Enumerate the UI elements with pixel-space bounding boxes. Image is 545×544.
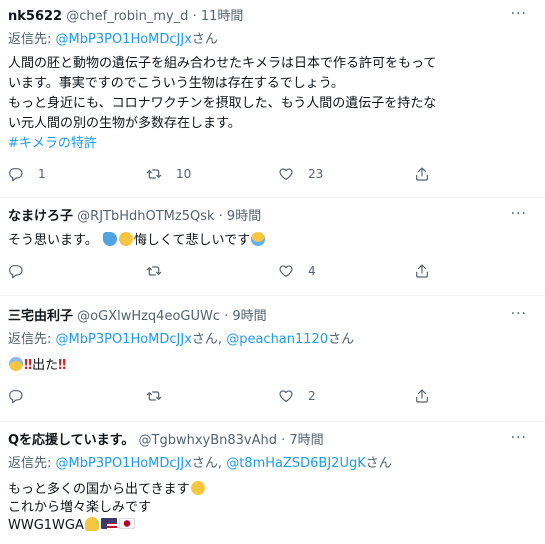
reply-icon xyxy=(8,263,24,279)
retweet-button[interactable] xyxy=(146,263,176,279)
sweat-droplets-emoji xyxy=(102,232,117,246)
tweet-text: 出た xyxy=(32,358,59,373)
tweet-text-line: います。事実ですのでこういう生物は存在するでしょう。 xyxy=(8,76,344,91)
like-count: 2 xyxy=(308,389,316,403)
screaming-face-emoji xyxy=(9,357,23,371)
us-flag-emoji xyxy=(100,518,117,529)
like-icon xyxy=(278,388,294,404)
tweet[interactable]: 三宅由利子 @oGXlwHzq4eoGUWc · 9時間 ··· 返信先: @M… xyxy=(0,296,545,422)
tweet-text-line: もっと多くの国から出てきます xyxy=(8,482,190,497)
like-count: 4 xyxy=(308,264,316,278)
retweet-button[interactable]: 10 xyxy=(146,166,191,182)
more-icon[interactable]: ··· xyxy=(511,6,527,22)
tweet-text-line: い元人間の別の生物が多数存在します。 xyxy=(8,116,241,131)
tweet-text: 悔しくて悲しいです xyxy=(133,233,251,248)
reply-label: 返信先: xyxy=(8,32,52,47)
more-icon[interactable]: ··· xyxy=(511,306,527,322)
retweet-icon xyxy=(146,388,162,404)
user-handle[interactable]: @TgbwhxyBn83vAhd xyxy=(139,433,277,448)
reply-icon xyxy=(8,388,24,404)
share-button[interactable] xyxy=(414,166,444,182)
reply-mention[interactable]: @t8mHaZSD6BJ2UgK xyxy=(226,456,366,471)
share-button[interactable] xyxy=(414,388,444,404)
sad-face-emoji xyxy=(118,232,133,246)
crying-face-emoji xyxy=(251,232,266,246)
timestamp[interactable]: · 11時間 xyxy=(193,9,244,24)
reply-label: 返信先: xyxy=(8,332,52,347)
tweet-text-line: 人間の胚と動物の遺伝子を組み合わせたキメラは日本で作る許可をもって xyxy=(8,56,437,71)
grinning-face-emoji xyxy=(190,481,205,495)
like-icon xyxy=(278,166,294,182)
tweet-text-line: これから増々楽しみです xyxy=(8,500,152,515)
reply-mention[interactable]: @MbP3PO1HoMDcJJx xyxy=(56,332,192,347)
reply-suffix: さん xyxy=(365,456,392,471)
retweet-count: 10 xyxy=(176,167,192,181)
share-icon xyxy=(414,388,430,404)
display-name[interactable]: なまけろ子 xyxy=(8,209,73,224)
tweet-text-line: もっと身近にも、コロナワクチンを摂取した、もう人間の遺伝子を持たな xyxy=(8,96,437,111)
reply-mention[interactable]: @peachan1120 xyxy=(226,332,328,347)
share-button[interactable] xyxy=(414,263,444,279)
like-count: 23 xyxy=(308,167,324,181)
reply-button[interactable] xyxy=(8,263,38,279)
reply-separator: さん, xyxy=(191,456,223,471)
like-button[interactable]: 2 xyxy=(278,388,316,404)
retweet-icon xyxy=(146,263,162,279)
retweet-button[interactable] xyxy=(146,388,176,404)
reply-button[interactable]: 1 xyxy=(8,166,46,182)
japan-flag-emoji xyxy=(118,518,135,529)
more-icon[interactable]: ··· xyxy=(511,430,527,446)
tweet[interactable]: nk5622 @chef_robin_my_d · 11時間 ··· 返信先: … xyxy=(0,0,545,198)
share-icon xyxy=(414,166,430,182)
like-button[interactable]: 4 xyxy=(278,263,316,279)
display-name[interactable]: nk5622 xyxy=(8,9,62,24)
reply-icon xyxy=(8,166,24,182)
tweet-text-line: WWG1WGA xyxy=(8,518,84,533)
user-handle[interactable]: @oGXlwHzq4eoGUWc xyxy=(77,309,220,324)
share-icon xyxy=(414,263,430,279)
more-icon[interactable]: ··· xyxy=(511,206,527,222)
like-button[interactable]: 23 xyxy=(278,166,323,182)
tweet-text: そう思います。 xyxy=(8,233,98,248)
reply-mention[interactable]: @MbP3PO1HoMDcJJx xyxy=(56,456,192,471)
reply-button[interactable] xyxy=(8,388,38,404)
reply-label: 返信先: xyxy=(8,456,52,471)
reply-suffix: さん xyxy=(328,332,355,347)
tweet[interactable]: Qを応援しています。 @TgbwhxyBn83vAhd · 7時間 ··· 返信… xyxy=(0,422,545,544)
folded-hands-emoji xyxy=(84,517,99,531)
retweet-icon xyxy=(146,166,162,182)
display-name[interactable]: Qを応援しています。 xyxy=(8,433,134,448)
double-exclamation-emoji: ‼ xyxy=(58,358,67,373)
like-icon xyxy=(278,263,294,279)
timestamp[interactable]: · 9時間 xyxy=(224,309,267,324)
reply-mention[interactable]: @MbP3PO1HoMDcJJx xyxy=(56,32,192,47)
hashtag-link[interactable]: #キメラの特許 xyxy=(8,134,97,154)
tweet[interactable]: なまけろ子 @RJTbHdhOTMz5Qsk · 9時間 ··· そう思います。… xyxy=(0,198,545,296)
display-name[interactable]: 三宅由利子 xyxy=(8,309,73,324)
timestamp[interactable]: · 9時間 xyxy=(219,209,262,224)
reply-count: 1 xyxy=(38,167,46,181)
reply-separator: さん, xyxy=(191,332,223,347)
reply-suffix: さん xyxy=(191,32,218,47)
user-handle[interactable]: @chef_robin_my_d xyxy=(66,9,188,24)
timestamp[interactable]: · 7時間 xyxy=(281,433,324,448)
double-exclamation-emoji: ‼ xyxy=(24,358,33,373)
user-handle[interactable]: @RJTbHdhOTMz5Qsk xyxy=(77,209,214,224)
